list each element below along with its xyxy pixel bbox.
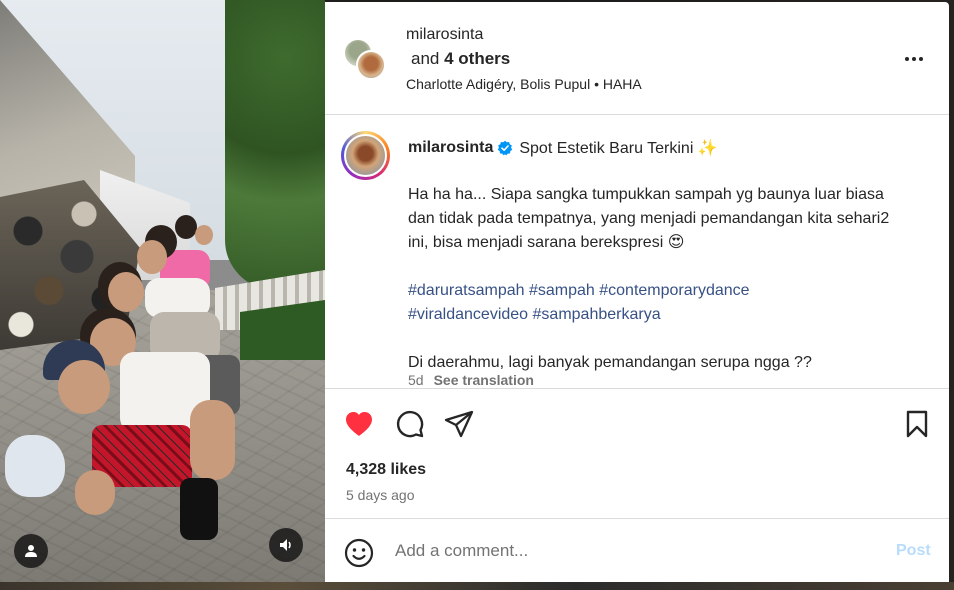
paper-plane-icon: [444, 410, 474, 438]
collab-avatars[interactable]: [343, 38, 391, 84]
media-person-shoe: [180, 478, 218, 540]
media-person-head: [175, 215, 197, 239]
post-header: milarosinta and 4 others Charlotte Adigé…: [325, 2, 949, 115]
hashtags: #daruratsampah #sampah #contemporarydanc…: [408, 279, 908, 327]
header-username[interactable]: milarosinta: [406, 26, 483, 44]
user-tag-icon: [25, 545, 37, 557]
media-trees: [225, 0, 325, 290]
more-horizontal-icon: [905, 57, 923, 61]
caption-title: Spot Estetik Baru Terkini ✨: [519, 140, 718, 157]
media-person-head: [108, 272, 144, 312]
collaborators[interactable]: and 4 others: [411, 49, 510, 69]
hashtag-link[interactable]: #sampah: [529, 282, 595, 299]
caption-section[interactable]: milarosinta Spot Estetik Baru Terkini ✨ …: [325, 116, 949, 388]
likes-count[interactable]: 4,328 likes: [346, 461, 426, 479]
hashtag-link[interactable]: #contemporarydance: [599, 282, 749, 299]
comment-composer: Post: [325, 518, 949, 582]
comment-input[interactable]: [395, 537, 875, 565]
caption-header: milarosinta Spot Estetik Baru Terkini ✨: [408, 138, 718, 158]
story-ring-avatar[interactable]: [341, 131, 390, 180]
audio-track-link[interactable]: Charlotte Adigéry, Bolis Pupul • HAHA: [406, 76, 642, 92]
emoji-button[interactable]: [344, 538, 374, 568]
caption-paragraph: Ha ha ha... Siapa sangka tumpukkan sampa…: [408, 186, 890, 251]
like-button[interactable]: [342, 407, 376, 441]
comment-button[interactable]: [393, 407, 427, 441]
media-plastic-bag: [5, 435, 65, 497]
verified-badge-icon: [497, 140, 513, 156]
speaker-icon: [280, 539, 291, 551]
heart-icon: [346, 412, 372, 436]
caption-meta: 5d See translation: [408, 372, 534, 388]
caption-username[interactable]: milarosinta: [408, 139, 493, 157]
post-timestamp[interactable]: 5 days ago: [346, 487, 415, 503]
avatar[interactable]: [356, 50, 386, 80]
sound-toggle-button[interactable]: [269, 528, 303, 562]
see-translation-button[interactable]: See translation: [434, 372, 534, 388]
tagged-users-button[interactable]: [14, 534, 48, 568]
media-person-head: [58, 360, 110, 414]
post-media[interactable]: [0, 0, 325, 582]
backdrop-feed-strip: [0, 582, 954, 590]
post-comment-button[interactable]: Post: [896, 542, 931, 560]
collaborators-prefix: and: [411, 49, 445, 68]
share-button[interactable]: [442, 407, 476, 441]
media-person-head: [195, 225, 213, 245]
save-button[interactable]: [900, 407, 934, 441]
more-options-button[interactable]: [903, 48, 925, 70]
media-person-leg: [190, 400, 235, 480]
emoji-icon: [344, 538, 374, 568]
post-actions: 4,328 likes 5 days ago: [325, 388, 949, 518]
caption-body: Ha ha ha... Siapa sangka tumpukkan sampa…: [408, 183, 908, 388]
collaborators-count[interactable]: 4 others: [444, 49, 510, 68]
comment-icon: [396, 410, 424, 438]
hashtag-link[interactable]: #viraldancevideo: [408, 306, 528, 323]
media-person-head: [137, 240, 167, 274]
media-person-leg: [75, 470, 115, 515]
hashtag-link[interactable]: #daruratsampah: [408, 282, 525, 299]
hashtag-link[interactable]: #sampahberkarya: [533, 306, 661, 323]
avatar: [344, 134, 387, 177]
post-details-panel: milarosinta and 4 others Charlotte Adigé…: [325, 2, 949, 582]
bookmark-icon: [906, 410, 928, 438]
caption-age[interactable]: 5d: [408, 372, 424, 388]
